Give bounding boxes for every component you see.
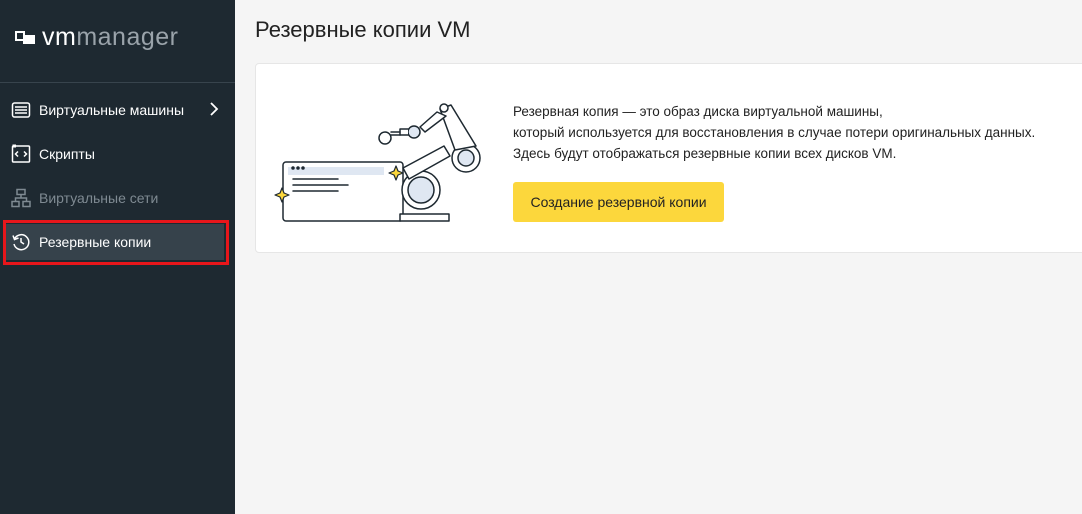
sidebar-item-backups[interactable]: Резервные копии [4,224,224,260]
scripts-icon [10,143,32,165]
empty-state-card: Резервная копия — это образ диска виртуа… [255,63,1082,253]
logo-text-vm: vm [42,22,77,51]
page-title: Резервные копии VM [255,17,471,42]
description-line: Резервная копия — это образ диска виртуа… [513,104,883,119]
empty-state-description: Резервная копия — это образ диска виртуа… [513,101,1036,164]
virtual-machines-icon [10,99,32,121]
sidebar-item-label: Резервные копии [39,234,152,250]
backup-icon [10,231,32,253]
vmmanager-logo[interactable]: vmmanager [15,22,179,52]
sidebar-item-label: Виртуальные машины [39,102,185,118]
create-backup-button[interactable]: Создание резервной копии [513,182,724,222]
sidebar-item-virtual-machines[interactable]: Виртуальные машины [4,92,224,128]
sidebar-item-scripts[interactable]: Скрипты [4,136,224,172]
description-line: который используется для восстановления … [513,125,1036,140]
sidebar-divider [0,82,235,83]
description-line: Здесь будут отображаться резервные копии… [513,146,897,161]
sidebar-item-label: Виртуальные сети [39,190,159,206]
network-icon [10,187,32,209]
sidebar: vmmanager Виртуальные машины Скрипты Вир… [0,0,235,514]
robot-arm-illustration [272,94,492,229]
sidebar-item-label: Скрипты [39,146,95,162]
chevron-right-icon [209,102,219,119]
logo-mark-icon [15,28,39,46]
sidebar-item-networks: Виртуальные сети [4,180,224,216]
logo-text-manager: manager [76,22,179,51]
